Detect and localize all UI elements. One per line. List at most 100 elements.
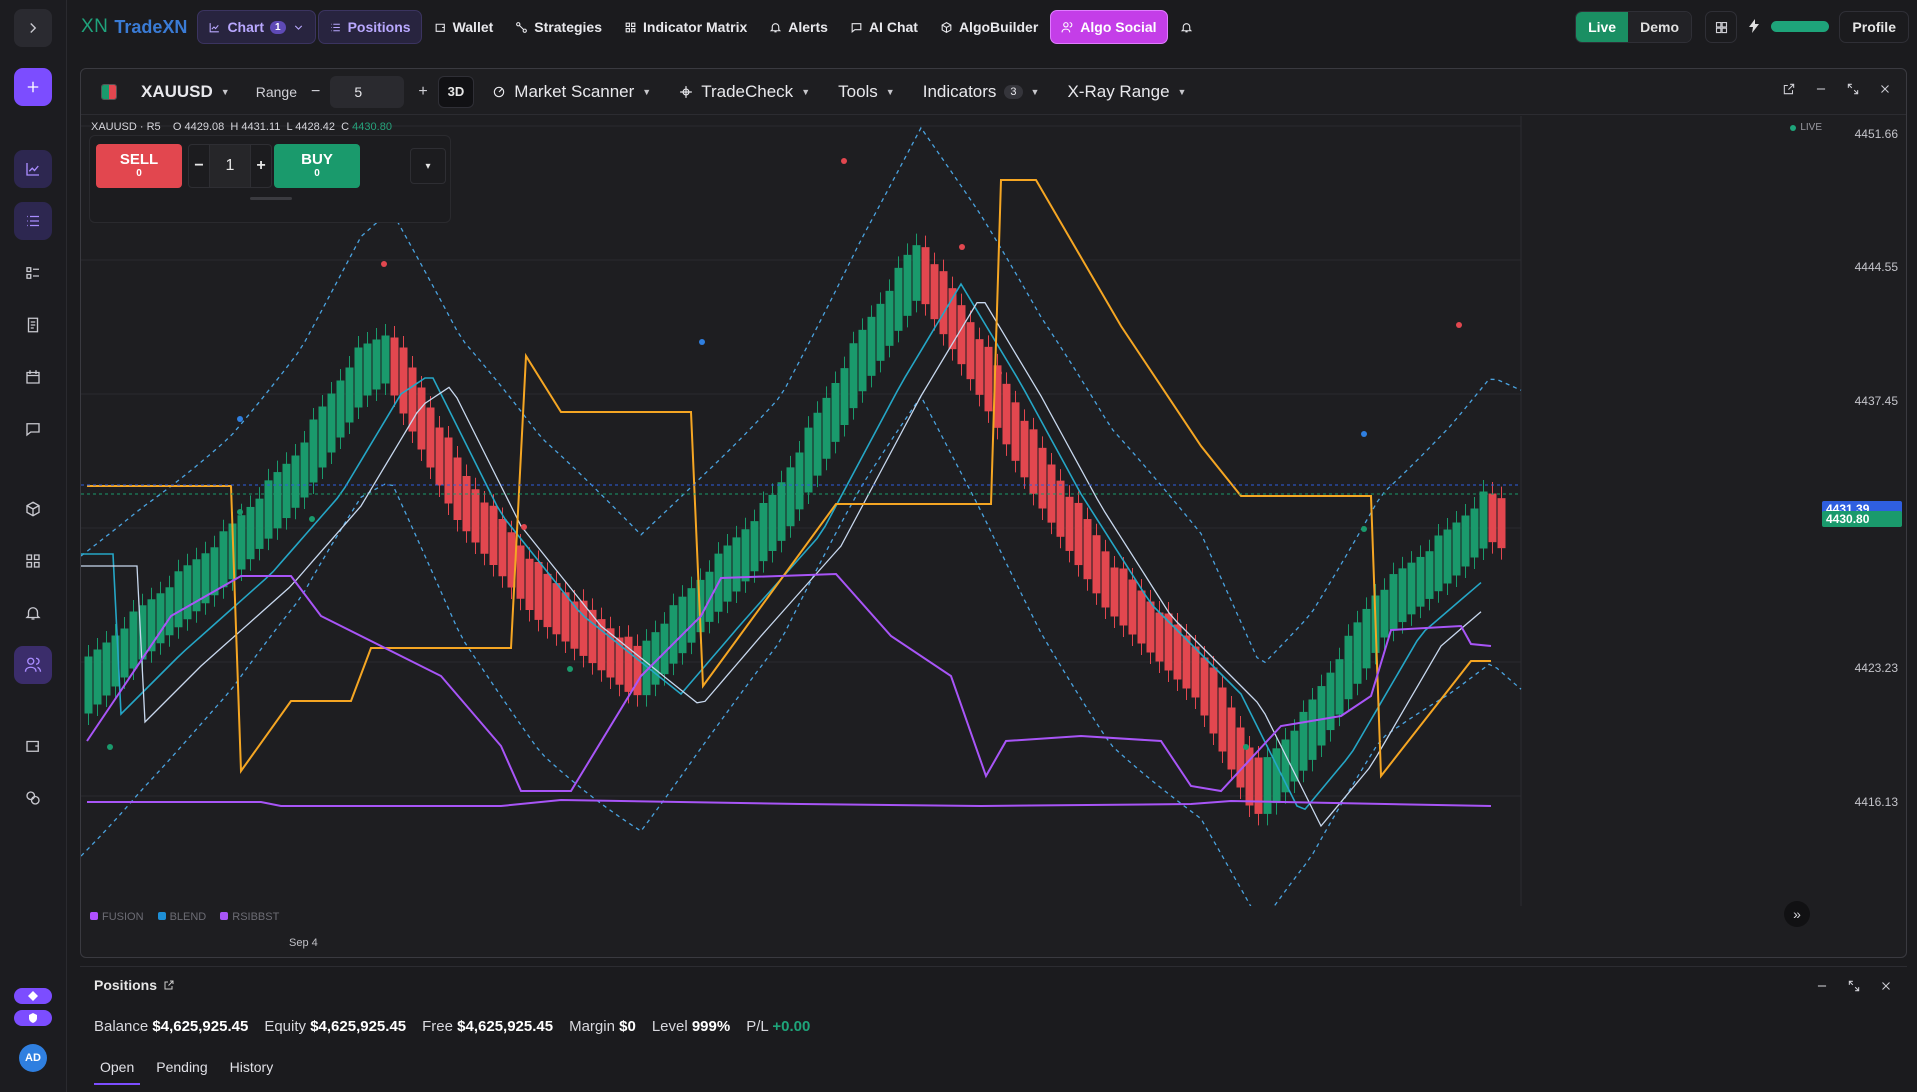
- nav-wallet[interactable]: Wallet: [424, 10, 504, 44]
- drag-handle[interactable]: [250, 197, 292, 200]
- candle-body: [867, 316, 876, 376]
- expand-sidebar-button[interactable]: [14, 9, 52, 47]
- ohlc-close: 4430.80: [352, 121, 392, 133]
- close-icon[interactable]: [1879, 979, 1893, 993]
- profile-button[interactable]: Profile: [1839, 11, 1909, 43]
- candle-body: [1254, 757, 1263, 814]
- candle-body: [1326, 672, 1335, 731]
- tab-pending[interactable]: Pending: [150, 1057, 213, 1085]
- logo-mark: XN: [81, 16, 109, 37]
- level-label: Level: [651, 1018, 688, 1035]
- candle-body: [1191, 646, 1200, 698]
- minimize-icon[interactable]: [1814, 82, 1828, 96]
- sidebar-item-positions[interactable]: [14, 202, 52, 240]
- order-options-button[interactable]: ▾: [410, 148, 446, 184]
- demo-mode-button[interactable]: Demo: [1628, 12, 1691, 42]
- nav-indicator-matrix[interactable]: Indicator Matrix: [614, 10, 757, 44]
- nav-strategies[interactable]: Strategies: [505, 10, 612, 44]
- sidebar-item-apps[interactable]: [14, 542, 52, 580]
- candle-body: [453, 457, 462, 520]
- nav-ai-chat[interactable]: AI Chat: [840, 10, 928, 44]
- maximize-icon[interactable]: [1846, 82, 1860, 96]
- sidebar-item-chart[interactable]: [14, 150, 52, 188]
- candle-body: [1272, 748, 1281, 804]
- close-icon[interactable]: [1878, 82, 1892, 96]
- nav-algo-social[interactable]: Algo Social: [1050, 10, 1168, 44]
- external-link-icon[interactable]: [1782, 82, 1796, 96]
- signal-dot: [381, 261, 387, 267]
- symbol-selector[interactable]: XAUUSD ▼: [141, 82, 230, 102]
- maximize-icon[interactable]: [1847, 979, 1861, 993]
- candle-body: [534, 562, 543, 620]
- candle-body: [759, 503, 768, 562]
- indicators-count-badge: 3: [1004, 84, 1023, 99]
- sidebar-item-calendar[interactable]: [14, 358, 52, 396]
- range-input[interactable]: [330, 75, 405, 108]
- legend-item[interactable]: FUSION: [90, 911, 144, 923]
- security-badge[interactable]: [14, 1010, 52, 1026]
- quantity-decrement-button[interactable]: −: [188, 144, 210, 188]
- layout-button[interactable]: [1705, 11, 1737, 43]
- nav-alerts[interactable]: Alerts: [759, 10, 838, 44]
- legend-item[interactable]: BLEND: [157, 911, 206, 923]
- signal-dot: [237, 509, 243, 515]
- scroll-to-latest-button[interactable]: »: [1784, 901, 1810, 927]
- candle-body: [912, 245, 921, 301]
- tradecheck-menu[interactable]: TradeCheck ▼: [679, 82, 810, 102]
- sidebar-item-wallet[interactable]: [14, 727, 52, 765]
- legend-item[interactable]: RSIBBST: [220, 911, 279, 923]
- nav-positions[interactable]: Positions: [317, 10, 422, 44]
- candle-body: [1317, 686, 1326, 746]
- live-indicator: LIVE: [1790, 122, 1822, 133]
- sidebar-item-social[interactable]: [14, 646, 52, 684]
- nav-algobuilder[interactable]: AlgoBuilder: [930, 10, 1048, 44]
- chart-line-icon: [210, 22, 220, 32]
- tab-history[interactable]: History: [224, 1057, 280, 1085]
- tools-menu[interactable]: Tools ▼: [838, 82, 895, 102]
- price-tick-label: 4444.55: [1854, 260, 1898, 274]
- sidebar-item-coins[interactable]: [14, 779, 52, 817]
- candle-body: [966, 322, 975, 380]
- sidebar-item-messages[interactable]: [14, 410, 52, 448]
- candle-body: [264, 480, 273, 539]
- signal-dot: [567, 666, 573, 672]
- minimize-icon[interactable]: [1815, 979, 1829, 993]
- candle-body: [822, 397, 831, 459]
- price-chart[interactable]: [81, 116, 1906, 906]
- buy-button[interactable]: BUY 0: [274, 144, 360, 188]
- live-mode-button[interactable]: Live: [1576, 12, 1629, 42]
- sell-button[interactable]: SELL 0: [96, 144, 182, 188]
- candle-body: [480, 502, 489, 554]
- xray-range-menu[interactable]: X-Ray Range ▼: [1067, 82, 1186, 102]
- sidebar-item-alerts[interactable]: [14, 594, 52, 632]
- premium-badge[interactable]: [14, 988, 52, 1004]
- candle-body: [1470, 508, 1479, 558]
- external-link-icon[interactable]: [163, 979, 175, 991]
- tab-open[interactable]: Open: [94, 1057, 141, 1085]
- new-button[interactable]: [14, 68, 52, 106]
- sidebar-item-watchlist[interactable]: [14, 254, 52, 292]
- signal-dot: [309, 516, 315, 522]
- nav-chart[interactable]: Chart 1: [197, 10, 316, 44]
- 3d-button[interactable]: 3D: [437, 75, 475, 108]
- range-increment-button[interactable]: +: [418, 83, 427, 101]
- radar-icon: [494, 86, 505, 97]
- logo[interactable]: XN TradeXN: [81, 16, 187, 38]
- caret-down-icon: ▼: [642, 86, 652, 97]
- sidebar-item-models[interactable]: [14, 490, 52, 528]
- equity-label: Equity: [264, 1018, 307, 1035]
- sidebar-item-reports[interactable]: [14, 306, 52, 344]
- avatar[interactable]: AD: [19, 1044, 47, 1072]
- notifications-button[interactable]: [1170, 10, 1203, 44]
- candle-body: [102, 642, 111, 696]
- range-decrement-button[interactable]: −: [311, 83, 320, 101]
- balance-label: Balance: [94, 1018, 149, 1035]
- indicators-menu[interactable]: Indicators 3 ▼: [923, 82, 1040, 102]
- candle-body: [813, 412, 822, 476]
- quantity-input[interactable]: [210, 144, 250, 188]
- candle-body: [336, 380, 345, 438]
- chart-color-swatch[interactable]: [101, 83, 117, 100]
- market-scanner-menu[interactable]: Market Scanner ▼: [492, 82, 651, 102]
- quantity-increment-button[interactable]: +: [250, 144, 272, 188]
- candle-body: [435, 427, 444, 486]
